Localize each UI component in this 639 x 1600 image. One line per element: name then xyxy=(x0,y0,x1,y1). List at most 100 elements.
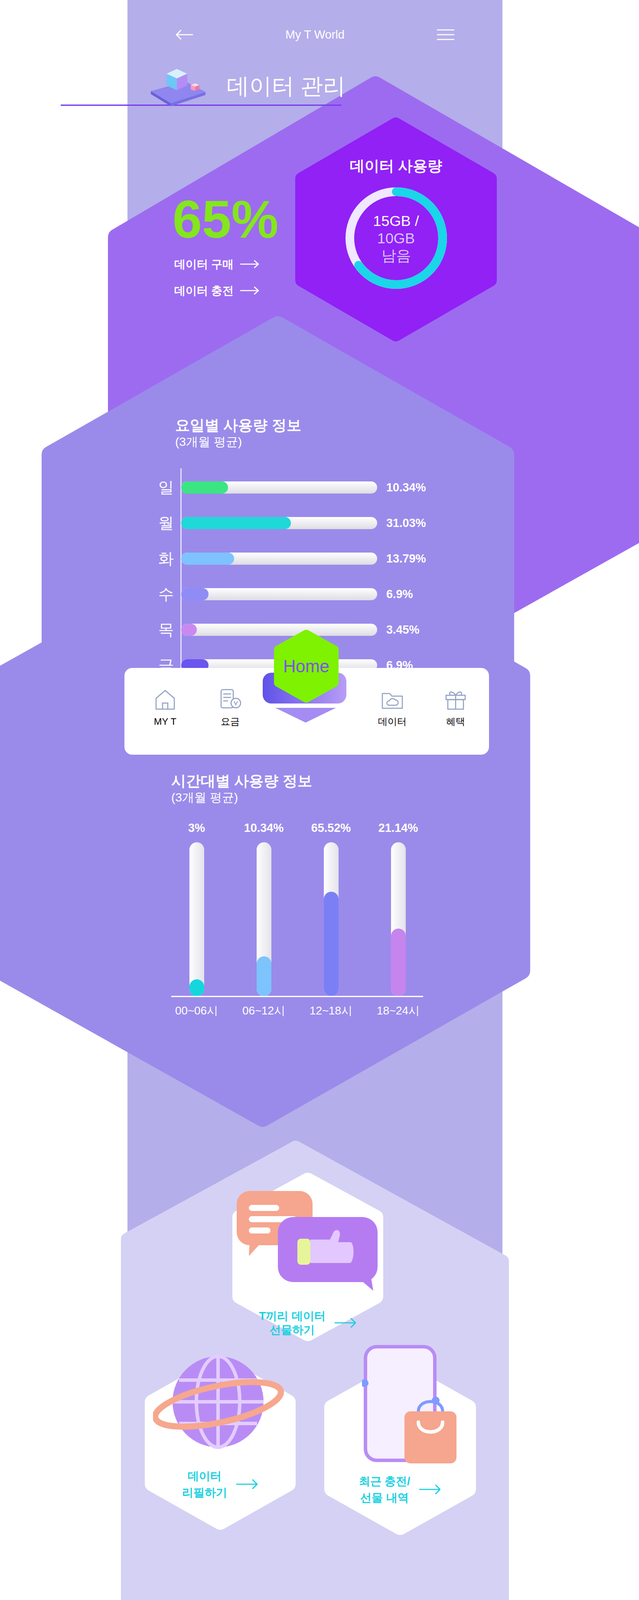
hour-label: 06~12시 xyxy=(242,1002,286,1018)
usage-link[interactable]: 데이터 충전 xyxy=(174,282,260,299)
usage-fill-color xyxy=(181,552,235,565)
usage-total: 15GB / xyxy=(373,211,420,230)
hourly-baseline xyxy=(171,995,424,997)
app-title: My T World xyxy=(285,27,345,43)
usage-fill xyxy=(181,552,235,565)
hour-column: 3% 00~06시 xyxy=(163,820,231,1018)
usage-link[interactable]: 데이터 구매 xyxy=(174,255,260,273)
day-reading: 10.34% xyxy=(386,479,427,495)
hour-label: 00~06시 xyxy=(175,1002,219,1018)
usage-ring-fill xyxy=(349,191,443,285)
tab[interactable]: 요금 xyxy=(197,667,263,755)
page: My T World 데이터 관리 65% 데이터 구매데이터 충전 데이터 사… xyxy=(0,0,639,1600)
hour-track xyxy=(189,841,205,996)
weekday-chart-heading: 요일별 사용량 정보 (3개월 평균) xyxy=(175,416,302,450)
usage-remaining-label: 남음 xyxy=(381,246,411,265)
hour-fill-color xyxy=(323,891,339,996)
page-title: 데이터 관리 xyxy=(226,72,346,100)
weekday-row: 일 10.34% xyxy=(158,469,427,506)
page-title-row: 데이터 관리 xyxy=(147,65,346,107)
gift-icon xyxy=(442,686,469,713)
day-reading: 31.03% xyxy=(386,515,427,531)
hour-label: 18~24시 xyxy=(376,1002,420,1018)
home-hexagon: Home xyxy=(273,628,340,704)
usage-remaining: 10GB xyxy=(377,229,415,247)
hour-track xyxy=(323,841,339,996)
menu-icon[interactable] xyxy=(436,28,455,42)
hour-fill xyxy=(256,955,272,996)
hour-fill xyxy=(323,891,339,996)
action-card[interactable]: 최근 충전/선물 내역 xyxy=(324,1360,476,1535)
background-shapes xyxy=(0,0,639,1600)
hour-label: 12~18시 xyxy=(309,1002,353,1018)
hour-reading: 3% xyxy=(188,820,206,835)
back-arrow-icon[interactable] xyxy=(175,29,194,40)
tab-label: 혜택 xyxy=(446,715,466,728)
usage-links: 데이터 구매데이터 충전 xyxy=(174,255,260,299)
usage-percent: 65% xyxy=(172,192,279,246)
bill-icon xyxy=(217,686,244,713)
tab[interactable]: 혜택 xyxy=(436,667,476,755)
usage-track xyxy=(181,552,378,565)
hour-column: 21.14% 18~24시 xyxy=(364,820,432,1018)
home-label: Home xyxy=(283,655,330,676)
usage-track xyxy=(181,587,378,600)
action-label: 데이터리필하기 xyxy=(144,1467,296,1500)
usage-link-label: 데이터 충전 xyxy=(174,283,234,298)
action-label: T끼리 데이터선물하기 xyxy=(232,1308,384,1337)
usage-fill xyxy=(181,481,229,494)
hour-reading: 65.52% xyxy=(311,820,352,835)
globe-icon xyxy=(153,1347,289,1458)
hour-fill xyxy=(391,928,406,996)
usage-track xyxy=(181,623,378,636)
action-label: 최근 충전/선물 내역 xyxy=(324,1472,476,1506)
day-reading: 6.9% xyxy=(386,586,414,602)
top-bar: My T World xyxy=(127,0,503,70)
day-reading: 13.79% xyxy=(386,550,427,566)
tab-label: 요금 xyxy=(220,715,240,728)
weekday-row: 월 31.03% xyxy=(158,505,427,541)
home-icon xyxy=(152,686,179,713)
usage-card-title: 데이터 사용량 xyxy=(349,156,443,175)
usage-fill xyxy=(181,623,197,636)
day-label: 목 xyxy=(158,620,174,639)
day-label: 화 xyxy=(158,549,174,568)
usage-track xyxy=(181,481,378,494)
home-tab-chevron xyxy=(275,707,336,723)
weekday-chart-subtitle: (3개월 평균) xyxy=(175,433,302,450)
day-reading: 3.45% xyxy=(386,622,420,637)
tab[interactable]: MY T xyxy=(132,667,198,755)
hour-fill xyxy=(189,978,205,996)
hour-fill-color xyxy=(189,978,205,996)
action-card[interactable]: 데이터리필하기 xyxy=(144,1355,296,1530)
arrow-right-icon xyxy=(239,259,260,269)
hourly-chart-heading: 시간대별 사용량 정보 (3개월 평균) xyxy=(171,771,313,806)
chat-bubbles-icon xyxy=(236,1190,380,1291)
action-card[interactable]: T끼리 데이터선물하기 xyxy=(232,1172,384,1341)
usage-card: 데이터 사용량 15GB / 10GB 남음 xyxy=(295,117,497,293)
hour-track xyxy=(391,841,406,996)
hour-fill-color xyxy=(391,928,406,996)
data-cube-icon xyxy=(147,65,209,107)
data-cloud-icon xyxy=(379,686,406,713)
usage-fill-color xyxy=(181,516,291,529)
usage-fill xyxy=(181,587,209,600)
arrow-right-icon xyxy=(334,1317,357,1328)
weekday-row: 수6.9% xyxy=(158,576,427,612)
action-label-line: 선물 내역 xyxy=(360,1488,409,1506)
action-label-line: 최근 충전/ xyxy=(358,1472,411,1489)
tab-bar: MY T 요금 Home데이터혜택 xyxy=(124,667,490,755)
tab-label: MY T xyxy=(153,715,177,728)
day-label: 월 xyxy=(158,514,174,532)
hour-reading: 21.14% xyxy=(378,820,419,835)
action-label-line: 선물하기 xyxy=(269,1322,315,1337)
action-label-line: 리필하기 xyxy=(182,1483,228,1500)
tab[interactable]: 데이터 xyxy=(348,667,437,755)
day-label: 일 xyxy=(158,478,174,496)
arrow-right-icon xyxy=(239,286,260,295)
usage-fill-color xyxy=(181,587,209,600)
usage-fill-color xyxy=(181,481,229,494)
home-tab[interactable]: Home xyxy=(262,667,349,755)
arrow-right-icon xyxy=(418,1483,442,1494)
usage-track xyxy=(181,516,378,529)
